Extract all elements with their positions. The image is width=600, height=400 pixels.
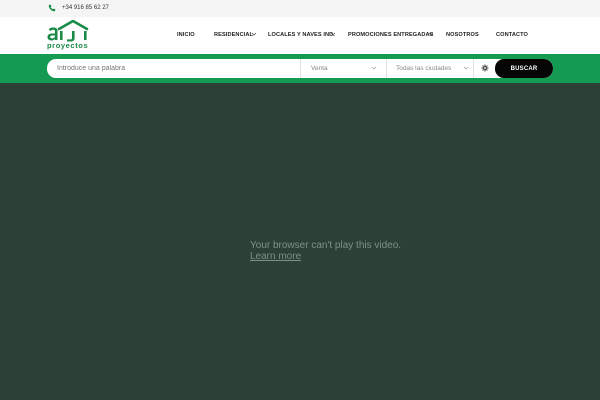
site-header: proyectos INICIO RESIDENCIAL LOCALES Y N… (0, 17, 600, 54)
video-error-message: Your browser can't play this video. (250, 240, 402, 251)
logo-text: proyectos (47, 41, 89, 50)
chevron-down-icon (251, 32, 257, 36)
house-logo-icon (47, 20, 89, 42)
operation-select-value: Venta (311, 65, 328, 72)
nav-item-contacto[interactable]: CONTACTO (496, 31, 528, 39)
phone-number: +34 916 85 62 27 (62, 5, 109, 11)
nav-item-inicio[interactable]: INICIO (177, 31, 195, 39)
top-bar: +34 916 85 62 27 (0, 0, 600, 17)
city-select[interactable]: Todas las ciudades (386, 59, 472, 78)
divider (473, 59, 474, 78)
gear-icon[interactable] (481, 64, 489, 72)
nav-item-locales[interactable]: LOCALES Y NAVES IND. (268, 31, 335, 39)
phone-contact[interactable]: +34 916 85 62 27 (48, 3, 109, 13)
chevron-down-icon (463, 66, 469, 70)
phone-icon (48, 4, 56, 12)
chevron-down-icon (371, 66, 377, 70)
search-button[interactable]: BUSCAR (495, 59, 553, 78)
search-form: Venta Todas las ciudades BUSCAR (47, 59, 553, 78)
chevron-down-icon (428, 32, 434, 36)
hero-video[interactable]: Your browser can't play this video. Lear… (0, 83, 600, 400)
nav-item-residencial[interactable]: RESIDENCIAL (214, 31, 253, 39)
nav-item-promociones[interactable]: PROMOCIONES ENTREGADAS (348, 31, 434, 39)
search-band: Venta Todas las ciudades BUSCAR (0, 54, 600, 83)
keyword-search-input[interactable] (47, 59, 300, 78)
city-select-value: Todas las ciudades (396, 65, 452, 72)
site-logo[interactable]: proyectos (46, 20, 96, 52)
nav-item-nosotros[interactable]: NOSOTROS (446, 31, 479, 39)
learn-more-link[interactable]: Learn more (250, 251, 301, 262)
chevron-down-icon (330, 32, 336, 36)
